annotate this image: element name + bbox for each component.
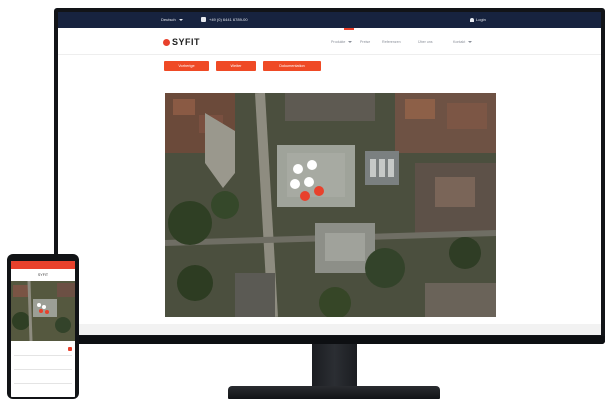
monitor-stand-base <box>228 386 440 399</box>
phone-info-list <box>11 341 75 397</box>
language-selector[interactable]: Deutsch <box>161 17 183 22</box>
main-navbar: SYFIT Produkte Preise Referenzen Über un… <box>58 28 601 55</box>
language-label: Deutsch <box>161 17 176 22</box>
next-button[interactable]: Weiter <box>216 61 256 71</box>
logo-text: SYFIT <box>172 37 201 47</box>
logo-icon <box>163 39 170 46</box>
user-icon <box>470 17 474 22</box>
monitor-stand-neck <box>312 344 357 386</box>
chevron-down-icon <box>178 18 183 21</box>
phone-status-bar <box>11 261 75 269</box>
phone-contact[interactable]: +49 (0) 6441 6789-00 <box>201 17 248 23</box>
monitor-screen: Deutsch +49 (0) 6441 6789-00 Login SYFIT… <box>58 12 601 335</box>
phone-icon <box>201 17 206 23</box>
nav-item-preise[interactable]: Preise <box>360 40 370 44</box>
satellite-map[interactable] <box>165 93 496 317</box>
top-utility-bar: Deutsch +49 (0) 6441 6789-00 Login <box>58 12 601 28</box>
login-link[interactable]: Login <box>470 17 486 22</box>
nav-item-referenzen[interactable]: Referenzen <box>382 40 401 44</box>
nav-item-ueber-uns[interactable]: Über uns <box>418 40 433 44</box>
nav-label: Kontakt <box>453 40 466 44</box>
phone-satellite-image <box>11 281 75 341</box>
phone-number: +49 (0) 6441 6789-00 <box>209 17 248 22</box>
monitor-chin <box>54 336 605 344</box>
divider <box>14 383 72 384</box>
smartphone: SYFIT <box>7 254 79 399</box>
divider <box>14 369 72 370</box>
previous-button[interactable]: Vorherige <box>164 61 209 71</box>
list-item-marker-icon[interactable] <box>68 347 72 351</box>
login-label: Login <box>476 17 486 22</box>
brand-logo[interactable]: SYFIT <box>163 37 200 47</box>
nav-label: Produkte <box>331 40 346 44</box>
chevron-down-icon <box>468 41 473 44</box>
chevron-down-icon <box>348 41 353 44</box>
active-nav-indicator <box>344 28 354 30</box>
satellite-image <box>165 93 496 317</box>
phone-screen: SYFIT <box>11 261 75 397</box>
documentation-button[interactable]: Dokumentation <box>263 61 321 71</box>
nav-item-kontakt[interactable]: Kontakt <box>453 40 473 44</box>
page-footer-area <box>58 324 601 335</box>
nav-item-produkte[interactable]: Produkte <box>331 40 353 44</box>
divider <box>14 355 72 356</box>
desktop-monitor: Deutsch +49 (0) 6441 6789-00 Login SYFIT… <box>54 8 605 344</box>
phone-map[interactable] <box>11 281 75 341</box>
